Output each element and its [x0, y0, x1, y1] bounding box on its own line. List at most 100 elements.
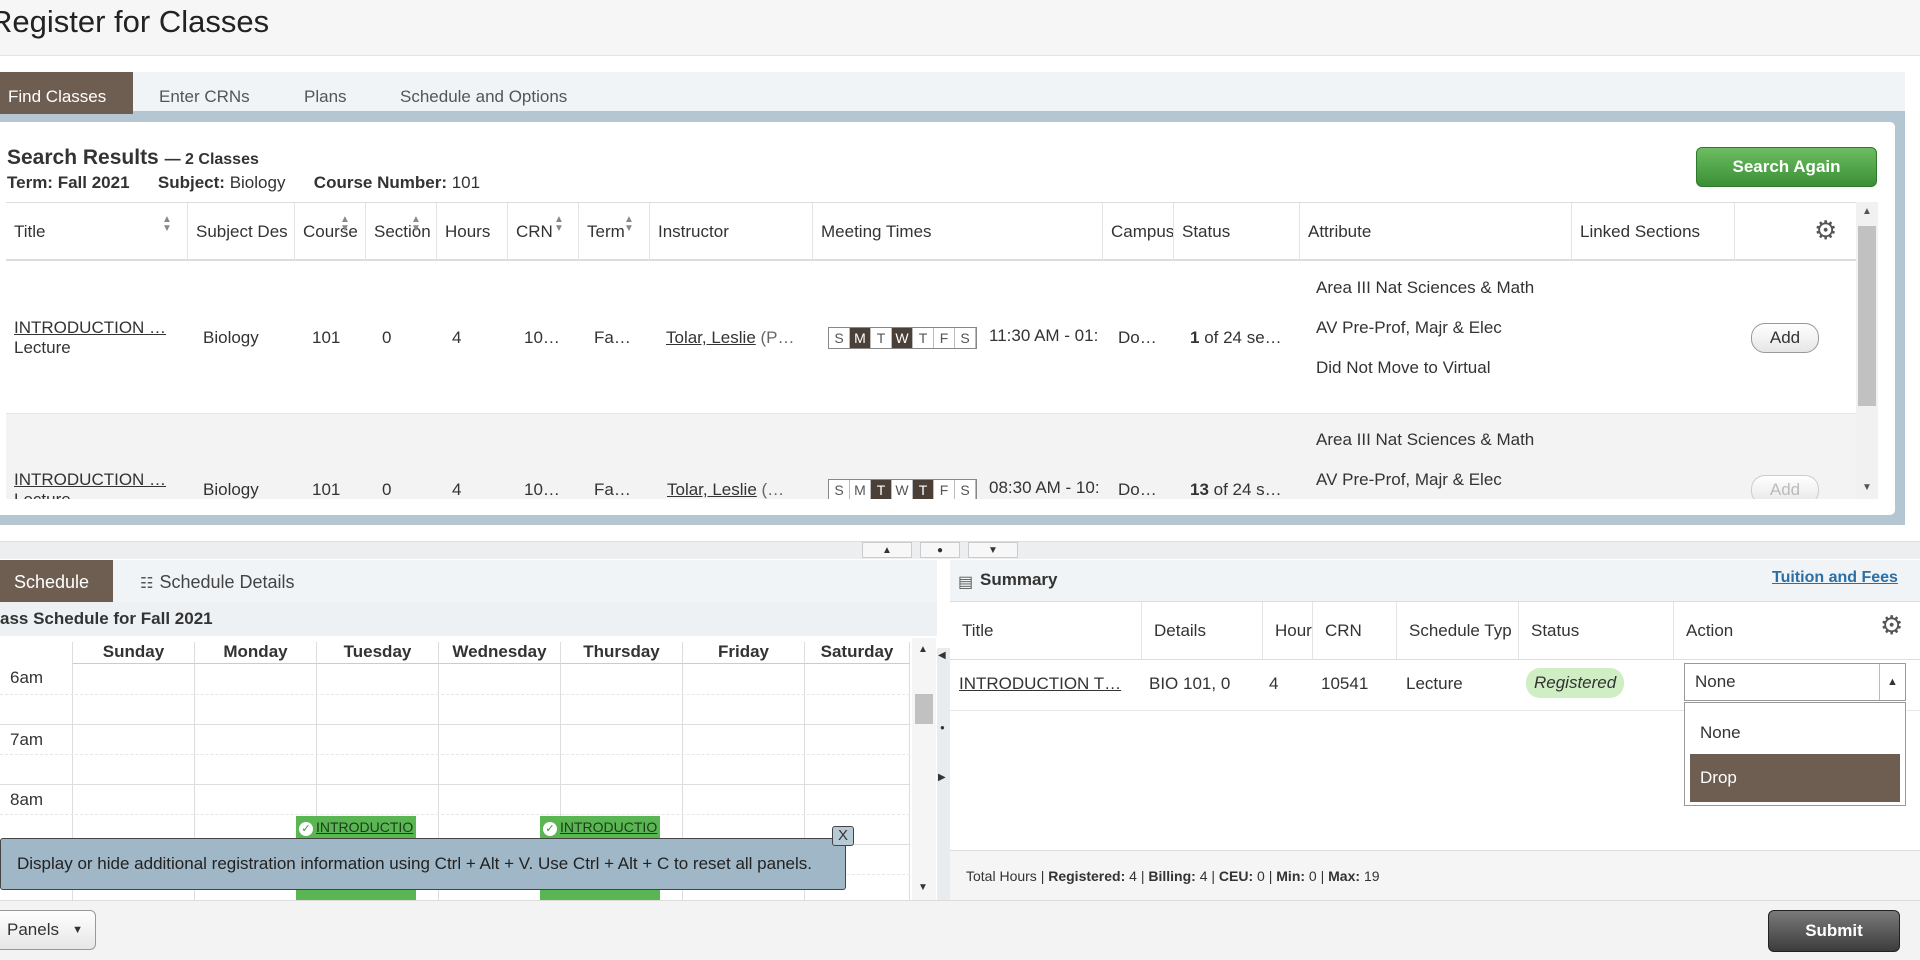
col-hours[interactable]: Hours — [437, 203, 508, 261]
col-schedule-type[interactable]: Schedule Typ — [1397, 602, 1519, 660]
col-title[interactable]: Title — [950, 602, 1142, 660]
tab-schedule-and-options[interactable]: Schedule and Options — [400, 72, 567, 114]
tab-plans[interactable]: Plans — [304, 72, 347, 114]
col-subject[interactable]: Subject Des — [188, 203, 295, 261]
panels-button[interactable]: Panels ▼ — [0, 910, 96, 950]
col-course[interactable]: Course — [295, 203, 366, 261]
col-status[interactable]: Status — [1174, 203, 1300, 261]
panel-divider[interactable]: ▲ ● ▼ — [0, 541, 1920, 559]
scroll-up-icon[interactable]: ▲ — [918, 644, 928, 655]
grid-settings-gear-icon[interactable]: ⚙ — [1814, 215, 1837, 246]
col-attribute[interactable]: Attribute — [1300, 203, 1572, 261]
action-option-drop[interactable]: Drop — [1690, 754, 1900, 802]
hours-cell: 4 — [452, 480, 462, 499]
tab-schedule[interactable]: Schedule — [0, 560, 113, 602]
add-button[interactable]: Add — [1751, 475, 1819, 499]
col-crn[interactable]: CRN — [508, 203, 579, 261]
action-dropdown-menu: None Drop — [1684, 702, 1906, 806]
tab-schedule-details-wrapper[interactable]: ☷ Schedule Details — [140, 560, 295, 602]
registered-value: 4 — [1129, 868, 1137, 884]
scroll-down-icon[interactable]: ▼ — [918, 882, 928, 893]
tab-enter-crns[interactable]: Enter CRNs — [159, 72, 250, 114]
subject-label: Subject: — [157, 173, 225, 192]
course-title-link[interactable]: INTRODUCTION … — [14, 470, 166, 489]
col-meeting-times[interactable]: Meeting Times — [813, 203, 1103, 261]
sort-icon[interactable]: ▲ ▼ — [162, 215, 172, 234]
hour-line — [0, 784, 910, 785]
schedule-event[interactable]: ✓ INTRODUCTIO — [540, 816, 660, 838]
col-title[interactable]: Title — [6, 203, 188, 261]
instructor-link[interactable]: Tolar, Leslie — [667, 480, 757, 499]
summary-header: ▤ Summary Tuition and Fees — [950, 560, 1920, 602]
summary-schedule-type: Lecture — [1406, 674, 1463, 693]
schedule-tabs: Schedule ☷ Schedule Details — [0, 560, 937, 602]
scrollbar-thumb[interactable] — [1858, 226, 1876, 406]
col-section[interactable]: Section — [366, 203, 437, 261]
summary-course-title-link[interactable]: INTRODUCTION T… — [959, 674, 1121, 693]
search-again-button[interactable]: Search Again — [1696, 147, 1877, 187]
summary-crn: 10541 — [1321, 674, 1369, 693]
scrollbar-thumb[interactable] — [915, 694, 933, 724]
restore-icon[interactable]: ● — [920, 542, 960, 558]
tooltip-close-button[interactable]: X — [832, 826, 854, 846]
ceu-label: CEU: — [1218, 868, 1254, 884]
tuition-and-fees-link[interactable]: Tuition and Fees — [1772, 569, 1898, 587]
summary-settings-gear-icon[interactable]: ⚙ — [1880, 610, 1903, 641]
pane-splitter[interactable]: ◀ ● ▶ — [937, 648, 950, 900]
half-hour-line — [0, 754, 910, 755]
ceu-value: 0 — [1257, 868, 1265, 884]
day-header-sunday: Sunday — [73, 642, 195, 664]
search-results-panel: Search Results — 2 Classes Term: Fall 20… — [0, 114, 1905, 525]
day-thursday: T — [913, 328, 934, 348]
col-hours[interactable]: Hour — [1263, 602, 1313, 660]
attribute-2: AV Pre-Prof, Majr & Elec — [1316, 470, 1502, 489]
schedule-type: Lecture — [14, 338, 71, 357]
action-select[interactable]: None ▲ — [1684, 663, 1906, 701]
schedule-event[interactable]: ✓ INTRODUCTIO — [296, 816, 416, 838]
col-instructor[interactable]: Instructor — [650, 203, 813, 261]
sort-icon[interactable]: ▲ ▼ — [411, 215, 421, 234]
campus-cell: Do… — [1118, 480, 1157, 499]
tab-schedule-details[interactable]: Schedule Details — [159, 572, 294, 592]
scroll-down-icon[interactable]: ▼ — [1862, 482, 1872, 493]
collapse-down-icon[interactable]: ▼ — [968, 542, 1018, 558]
action-option-none[interactable]: None — [1690, 709, 1900, 757]
meeting-days: S M T W T F S — [828, 479, 977, 499]
search-results-title: Search Results — [7, 146, 159, 169]
sort-icon[interactable]: ▲ ▼ — [554, 215, 564, 234]
restore-icon[interactable]: ● — [940, 723, 945, 732]
col-crn[interactable]: CRN — [1313, 602, 1397, 660]
results-scrollbar[interactable]: ▲ ▼ — [1856, 202, 1878, 499]
search-results-card: Search Results — 2 Classes Term: Fall 20… — [0, 122, 1895, 515]
crn-cell: 10… — [524, 328, 560, 347]
half-hour-line — [0, 694, 910, 695]
collapse-right-icon[interactable]: ▶ — [938, 772, 946, 783]
col-term[interactable]: Term — [579, 203, 650, 261]
totals-prefix: Total Hours | — [966, 868, 1045, 884]
col-campus[interactable]: Campus — [1103, 203, 1174, 261]
summary-hours: 4 — [1269, 674, 1279, 693]
submit-button[interactable]: Submit — [1768, 910, 1900, 952]
col-details[interactable]: Details — [1142, 602, 1263, 660]
course-number-label: Course Number: — [313, 173, 447, 192]
scroll-up-icon[interactable]: ▲ — [1862, 206, 1872, 217]
instructor-link[interactable]: Tolar, Leslie — [666, 328, 756, 347]
collapse-left-icon[interactable]: ◀ — [938, 650, 946, 661]
sort-icon[interactable]: ▲ ▼ — [624, 215, 634, 234]
course-cell: 101 — [312, 328, 341, 347]
chevron-up-icon[interactable]: ▲ — [1879, 664, 1905, 700]
check-icon: ✓ — [299, 822, 313, 836]
summary-table-icon: ▤ — [958, 574, 974, 591]
course-title-link[interactable]: INTRODUCTION … — [14, 318, 166, 337]
col-status[interactable]: Status — [1519, 602, 1674, 660]
col-linked-sections[interactable]: Linked Sections — [1572, 203, 1735, 261]
attribute-1: Area III Nat Sciences & Math — [1316, 278, 1535, 297]
calendar-scrollbar[interactable]: ▲ ▼ — [912, 638, 936, 900]
max-value: 19 — [1363, 868, 1380, 884]
day-header-friday: Friday — [683, 642, 805, 664]
tab-find-classes[interactable]: Find Classes — [0, 72, 133, 114]
sort-icon[interactable]: ▲ ▼ — [340, 215, 350, 234]
add-button[interactable]: Add — [1751, 323, 1819, 353]
event-label: INTRODUCTIO — [560, 819, 658, 835]
collapse-up-icon[interactable]: ▲ — [862, 542, 912, 558]
